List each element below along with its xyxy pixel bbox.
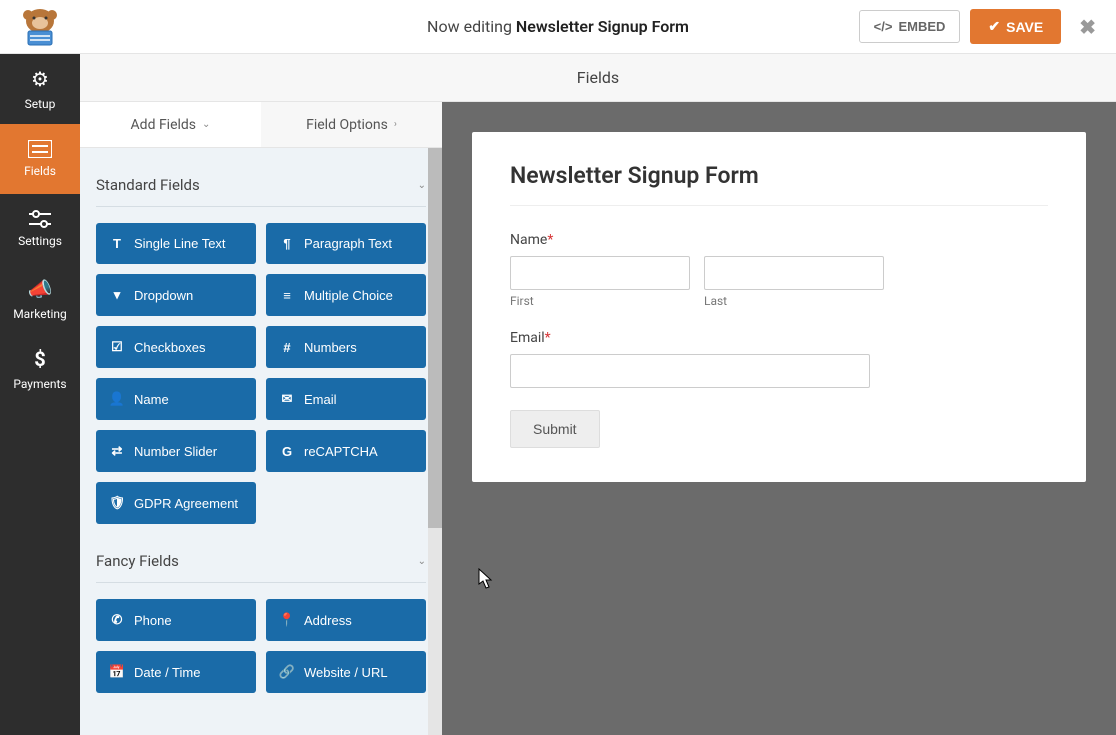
section-fancy-fields[interactable]: Fancy Fields ⌄: [96, 524, 426, 583]
sliders-icon: [29, 210, 51, 228]
field-gdpr-agreement[interactable]: 🛡GDPR Agreement: [96, 482, 256, 524]
nav-label: Payments: [13, 377, 66, 391]
link-icon: 🔗: [280, 664, 294, 680]
field-phone[interactable]: ✆Phone: [96, 599, 256, 641]
paragraph-icon: ¶: [280, 236, 294, 251]
nav-settings[interactable]: Settings: [0, 194, 80, 264]
field-date-time[interactable]: 📅Date / Time: [96, 651, 256, 693]
save-button[interactable]: ✔ SAVE: [970, 9, 1061, 44]
email-label: Email*: [510, 330, 1048, 346]
name-label: Name*: [510, 232, 1048, 248]
dollar-icon: $: [34, 347, 45, 371]
recaptcha-icon: G: [280, 444, 294, 459]
field-paragraph-text[interactable]: ¶Paragraph Text: [266, 223, 426, 264]
field-recaptcha[interactable]: GreCAPTCHA: [266, 430, 426, 472]
chevron-down-icon: ⌄: [418, 180, 426, 191]
submit-button[interactable]: Submit: [510, 410, 600, 448]
envelope-icon: ✉: [280, 391, 294, 407]
email-input[interactable]: [510, 354, 870, 388]
hash-icon: #: [280, 340, 294, 355]
nav-payments[interactable]: $ Payments: [0, 334, 80, 404]
list-icon: [28, 140, 52, 158]
first-sublabel: First: [510, 294, 690, 308]
chevron-down-icon: ⌄: [202, 119, 210, 130]
user-icon: 👤: [110, 391, 124, 407]
form-field-name[interactable]: Name* First Last: [510, 232, 1048, 308]
nav-fields[interactable]: Fields: [0, 124, 80, 194]
checkbox-icon: ☑: [110, 339, 124, 355]
required-indicator: *: [547, 232, 553, 248]
field-numbers[interactable]: #Numbers: [266, 326, 426, 368]
field-dropdown[interactable]: ▾Dropdown: [96, 274, 256, 316]
slider-icon: ⇄: [110, 443, 124, 459]
nav-marketing[interactable]: 📣 Marketing: [0, 264, 80, 334]
subheader-title: Fields: [80, 54, 1116, 102]
last-name-input[interactable]: [704, 256, 884, 290]
phone-icon: ✆: [110, 612, 124, 628]
shield-icon: 🛡: [110, 495, 124, 511]
logo-icon: [16, 7, 64, 47]
divider: [510, 205, 1048, 206]
field-name[interactable]: 👤Name: [96, 378, 256, 420]
check-icon: ✔: [988, 18, 1000, 35]
chevron-down-icon: ⌄: [418, 556, 426, 567]
tab-field-options[interactable]: Field Options ›: [261, 102, 442, 148]
form-preview-area[interactable]: Newsletter Signup Form Name* First Last: [442, 102, 1116, 735]
pin-icon: 📍: [280, 612, 294, 628]
scrollbar-thumb[interactable]: [428, 148, 442, 528]
list-icon: ≡: [280, 288, 294, 303]
field-website-url[interactable]: 🔗Website / URL: [266, 651, 426, 693]
nav-label: Settings: [18, 234, 62, 248]
app-logo[interactable]: [0, 0, 80, 53]
text-icon: T: [110, 236, 124, 251]
form-field-email[interactable]: Email*: [510, 330, 1048, 388]
section-standard-fields[interactable]: Standard Fields ⌄: [96, 148, 426, 207]
last-sublabel: Last: [704, 294, 884, 308]
required-indicator: *: [545, 330, 551, 346]
close-icon[interactable]: ✖: [1071, 15, 1104, 39]
field-checkboxes[interactable]: ☑Checkboxes: [96, 326, 256, 368]
bullhorn-icon: 📣: [28, 277, 53, 301]
calendar-icon: 📅: [110, 664, 124, 680]
field-address[interactable]: 📍Address: [266, 599, 426, 641]
field-number-slider[interactable]: ⇄Number Slider: [96, 430, 256, 472]
field-email[interactable]: ✉Email: [266, 378, 426, 420]
form-card: Newsletter Signup Form Name* First Last: [472, 132, 1086, 482]
tab-add-fields[interactable]: Add Fields ⌄: [80, 102, 261, 148]
nav-label: Setup: [25, 97, 56, 111]
first-name-input[interactable]: [510, 256, 690, 290]
field-single-line-text[interactable]: TSingle Line Text: [96, 223, 256, 264]
form-title: Newsletter Signup Form: [510, 162, 1048, 189]
nav-setup[interactable]: ⚙ Setup: [0, 54, 80, 124]
chevron-right-icon: ›: [394, 119, 397, 130]
code-icon: </>: [874, 19, 893, 34]
editing-label: Now editing Newsletter Signup Form: [427, 17, 689, 36]
nav-label: Fields: [24, 164, 56, 178]
field-multiple-choice[interactable]: ≡Multiple Choice: [266, 274, 426, 316]
embed-button[interactable]: </> EMBED: [859, 10, 961, 43]
gear-icon: ⚙: [31, 67, 49, 91]
dropdown-icon: ▾: [110, 287, 124, 303]
nav-label: Marketing: [13, 307, 67, 321]
